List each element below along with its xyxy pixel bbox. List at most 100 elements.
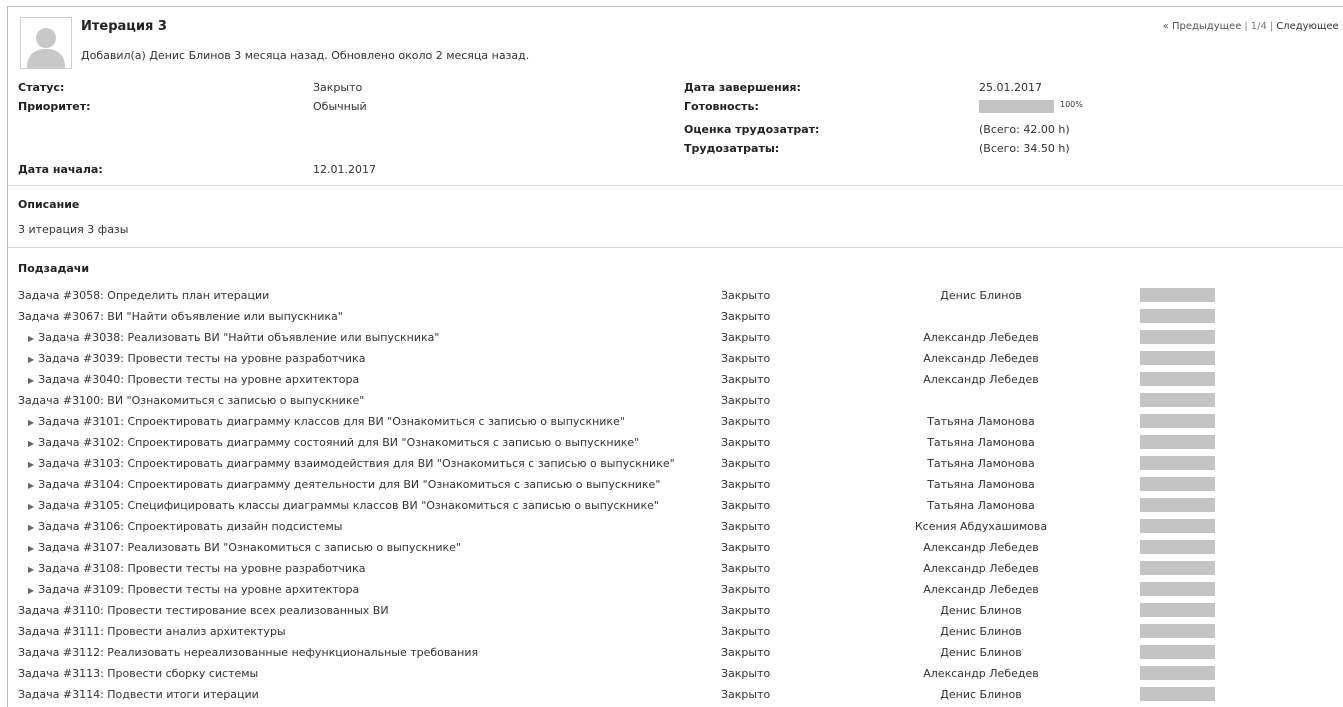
subtask-link[interactable]: ▶ Задача #3102: Спроектировать диаграмму … bbox=[28, 436, 639, 449]
subtask-status: Закрыто bbox=[721, 499, 771, 512]
subtask-progress-bar bbox=[1140, 603, 1215, 617]
status-value: Закрыто bbox=[313, 81, 363, 94]
subtask-subject: Задача #3102: Спроектировать диаграмму с… bbox=[38, 436, 640, 449]
subtask-assignee[interactable]: Денис Блинов bbox=[891, 604, 1071, 617]
table-row: ▶ Задача #3105: Специфицировать классы ди… bbox=[8, 496, 1338, 517]
subtask-link[interactable]: Задача #3114: Подвести итоги итерации bbox=[18, 688, 259, 701]
avatar bbox=[20, 17, 72, 69]
subtask-progress-bar bbox=[1140, 666, 1215, 680]
issue-panel: Итерация 3 Добавил(а) Денис Блинов 3 мес… bbox=[7, 6, 1343, 707]
subtask-assignee[interactable]: Татьяна Ламонова bbox=[891, 436, 1071, 449]
subtask-subject: Задача #3111: Провести анализ архитектур… bbox=[18, 625, 286, 638]
subtask-progress-bar bbox=[1140, 477, 1215, 491]
caret-right-icon: ▶ bbox=[28, 439, 35, 448]
subtask-progress-bar bbox=[1140, 540, 1215, 554]
subtask-assignee[interactable]: Денис Блинов bbox=[891, 688, 1071, 701]
subtask-status: Закрыто bbox=[721, 688, 771, 701]
subtask-assignee[interactable]: Татьяна Ламонова bbox=[891, 457, 1071, 470]
subtask-progress-bar bbox=[1140, 288, 1215, 302]
subtask-assignee[interactable]: Ксения Абдухашимова bbox=[891, 520, 1071, 533]
subtask-link[interactable]: ▶ Задача #3107: Реализовать ВИ "Ознакомит… bbox=[28, 541, 461, 554]
subtask-subject: Задача #3040: Провести тесты на уровне а… bbox=[38, 373, 360, 386]
priority-label: Приоритет: bbox=[18, 100, 91, 113]
subtask-status: Закрыто bbox=[721, 541, 771, 554]
table-row: Задача #3111: Провести анализ архитектур… bbox=[8, 622, 1338, 643]
done-ratio-percent: 100% bbox=[1060, 100, 1083, 109]
issue-pager: « Предыдущее | 1/4 | Следующее » bbox=[1163, 21, 1343, 32]
subtask-link[interactable]: ▶ Задача #3101: Спроектировать диаграмму … bbox=[28, 415, 625, 428]
subtask-assignee[interactable]: Денис Блинов bbox=[891, 646, 1071, 659]
subtask-link[interactable]: Задача #3110: Провести тестирование всех… bbox=[18, 604, 389, 617]
caret-right-icon: ▶ bbox=[28, 586, 35, 595]
next-link[interactable]: Следующее » bbox=[1276, 21, 1343, 32]
subtask-progress-bar bbox=[1140, 456, 1215, 470]
subtask-link[interactable]: ▶ Задача #3040: Провести тесты на уровне … bbox=[28, 373, 359, 386]
subtask-subject: Задача #3108: Провести тесты на уровне р… bbox=[38, 562, 366, 575]
subtask-link[interactable]: ▶ Задача #3038: Реализовать ВИ "Найти объ… bbox=[28, 331, 439, 344]
subtask-assignee[interactable]: Татьяна Ламонова bbox=[891, 499, 1071, 512]
caret-right-icon: ▶ bbox=[28, 565, 35, 574]
done-ratio-progress bbox=[979, 100, 1054, 113]
subtask-progress-bar bbox=[1140, 582, 1215, 596]
subtask-assignee[interactable]: Татьяна Ламонова bbox=[891, 415, 1071, 428]
subtask-assignee[interactable]: Татьяна Ламонова bbox=[891, 478, 1071, 491]
subtask-status: Закрыто bbox=[721, 625, 771, 638]
subtask-link[interactable]: ▶ Задача #3108: Провести тесты на уровне … bbox=[28, 562, 365, 575]
subtask-progress-bar bbox=[1140, 435, 1215, 449]
table-row: Задача #3067: ВИ "Найти объявление или в… bbox=[8, 307, 1338, 328]
subtask-link[interactable]: ▶ Задача #3039: Провести тесты на уровне … bbox=[28, 352, 365, 365]
subtask-status: Закрыто bbox=[721, 604, 771, 617]
subtask-link[interactable]: ▶ Задача #3103: Спроектировать диаграмму … bbox=[28, 457, 675, 470]
table-row: ▶ Задача #3106: Спроектировать дизайн под… bbox=[8, 517, 1338, 538]
subtask-link[interactable]: ▶ Задача #3109: Провести тесты на уровне … bbox=[28, 583, 359, 596]
subtask-status: Закрыто bbox=[721, 520, 771, 533]
subtask-assignee[interactable]: Александр Лебедев bbox=[891, 352, 1071, 365]
table-row: ▶ Задача #3109: Провести тесты на уровне … bbox=[8, 580, 1338, 601]
start-date-value: 12.01.2017 bbox=[313, 163, 376, 176]
subtask-subject: Задача #3113: Провести сборку системы bbox=[18, 667, 259, 680]
table-row: Задача #3114: Подвести итоги итерации Зак… bbox=[8, 685, 1338, 706]
subtask-link[interactable]: Задача #3067: ВИ "Найти объявление или в… bbox=[18, 310, 343, 323]
subtask-assignee[interactable]: Александр Лебедев bbox=[891, 562, 1071, 575]
subtask-status: Закрыто bbox=[721, 373, 771, 386]
subtask-assignee[interactable]: Александр Лебедев bbox=[891, 331, 1071, 344]
subtask-progress-bar bbox=[1140, 498, 1215, 512]
table-row: ▶ Задача #3104: Спроектировать диаграмму … bbox=[8, 475, 1338, 496]
subtask-status: Закрыто bbox=[721, 289, 771, 302]
subtask-progress-bar bbox=[1140, 330, 1215, 344]
divider bbox=[8, 247, 1343, 248]
subtask-assignee[interactable]: Денис Блинов bbox=[891, 625, 1071, 638]
table-row: ▶ Задача #3040: Провести тесты на уровне … bbox=[8, 370, 1338, 391]
due-date-value: 25.01.2017 bbox=[979, 81, 1042, 94]
subtask-link[interactable]: Задача #3111: Провести анализ архитектур… bbox=[18, 625, 286, 638]
subtask-progress-bar bbox=[1140, 309, 1215, 323]
subtask-assignee[interactable]: Денис Блинов bbox=[891, 289, 1071, 302]
subtask-subject: Задача #3112: Реализовать нереализованны… bbox=[18, 646, 479, 659]
spent-time-label: Трудозатраты: bbox=[684, 142, 780, 155]
subtask-link[interactable]: ▶ Задача #3104: Спроектировать диаграмму … bbox=[28, 478, 660, 491]
description-text: 3 итерация 3 фазы bbox=[18, 223, 129, 236]
subtask-subject: Задача #3103: Спроектировать диаграмму в… bbox=[38, 457, 675, 470]
subtask-status: Закрыто bbox=[721, 331, 771, 344]
estimate-label: Оценка трудозатрат: bbox=[684, 123, 820, 136]
subtask-status: Закрыто bbox=[721, 352, 771, 365]
user-silhouette-icon bbox=[21, 18, 71, 68]
subtask-progress-bar bbox=[1140, 372, 1215, 386]
table-row: Задача #3058: Определить план итерации За… bbox=[8, 286, 1338, 307]
table-row: ▶ Задача #3108: Провести тесты на уровне … bbox=[8, 559, 1338, 580]
subtask-link[interactable]: Задача #3112: Реализовать нереализованны… bbox=[18, 646, 478, 659]
divider bbox=[8, 185, 1343, 186]
subtask-link[interactable]: Задача #3113: Провести сборку системы bbox=[18, 667, 258, 680]
subtask-assignee[interactable]: Александр Лебедев bbox=[891, 667, 1071, 680]
subtask-assignee[interactable]: Александр Лебедев bbox=[891, 583, 1071, 596]
subtask-assignee[interactable]: Александр Лебедев bbox=[891, 373, 1071, 386]
status-label: Статус: bbox=[18, 81, 65, 94]
subtask-assignee[interactable]: Александр Лебедев bbox=[891, 541, 1071, 554]
subtasks-heading: Подзадачи bbox=[18, 262, 90, 275]
prev-link[interactable]: « Предыдущее bbox=[1163, 21, 1242, 32]
subtask-link[interactable]: ▶ Задача #3105: Специфицировать классы ди… bbox=[28, 499, 659, 512]
subtask-subject: Задача #3114: Подвести итоги итерации bbox=[18, 688, 259, 701]
subtask-link[interactable]: Задача #3100: ВИ "Ознакомиться с записью… bbox=[18, 394, 364, 407]
subtask-link[interactable]: Задача #3058: Определить план итерации bbox=[18, 289, 269, 302]
subtask-link[interactable]: ▶ Задача #3106: Спроектировать дизайн под… bbox=[28, 520, 342, 533]
